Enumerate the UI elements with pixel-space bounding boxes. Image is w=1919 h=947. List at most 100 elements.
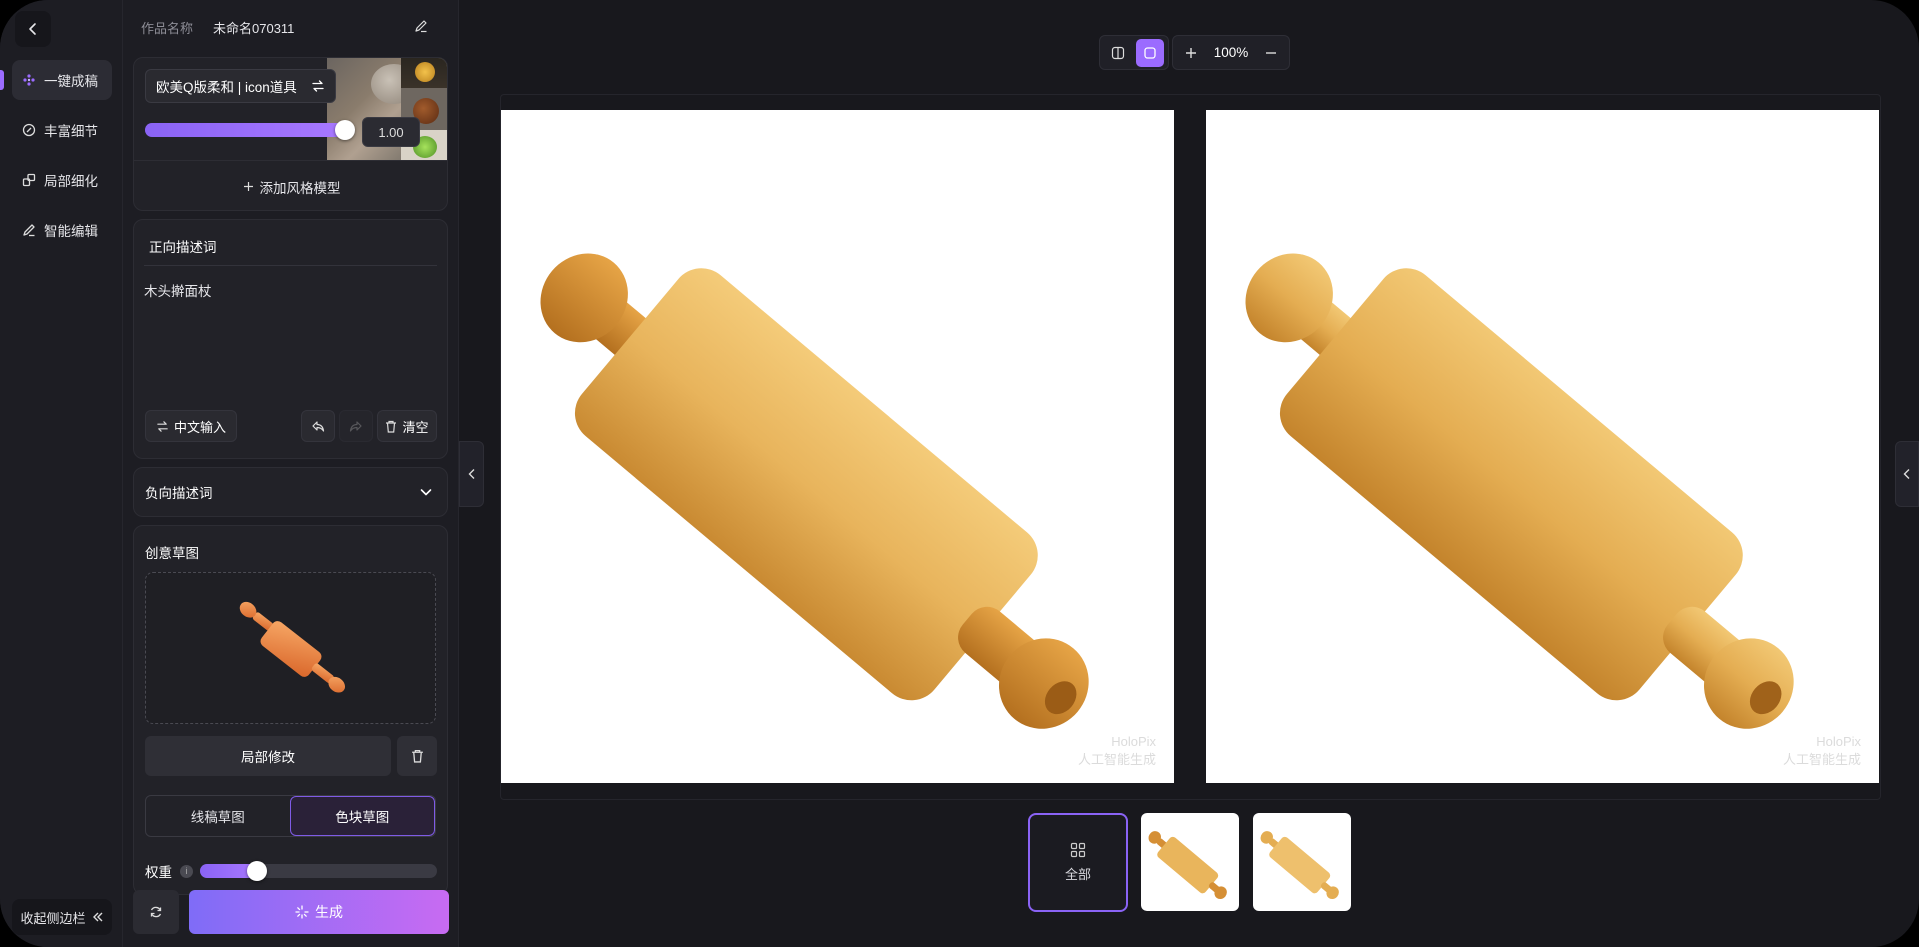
positive-prompt-card: 正向描述词 木头擀面杖 中文输入 清空 [133,219,448,459]
edit-name-button[interactable] [410,15,432,37]
collapse-panel-button[interactable] [459,441,484,507]
thumbnail-1[interactable] [1141,813,1239,911]
positive-prompt-title: 正向描述词 [149,240,217,255]
back-button[interactable] [15,11,51,47]
redo-button[interactable] [339,410,373,442]
split-view-icon [1111,46,1125,59]
rolling-pin-thumb [1148,831,1227,900]
style-strength-slider[interactable] [145,120,355,140]
weight-label: 权重 [145,865,172,880]
double-chevron-left-icon [92,912,102,922]
result-image-2[interactable]: HoloPix 人工智能生成 [1206,110,1879,783]
local-edit-button[interactable]: 局部修改 [145,736,391,776]
weight-slider[interactable] [200,861,437,881]
color-block-sketch-tab[interactable]: 色块草图 [289,796,435,836]
zoom-control: 100% [1172,35,1290,70]
style-model-card: 欧美Q版柔和 | icon道具 1.00 添加风格模型 [133,57,448,211]
detail-icon [22,123,36,137]
left-nav: 一键成稿 丰富细节 局部细化 智能编辑 收起侧边栏 [0,0,123,947]
zoom-level: 100% [1213,45,1249,60]
rolling-pin-image [1245,253,1794,729]
style-strength-input[interactable]: 1.00 [362,117,420,147]
zoom-in-button[interactable] [1177,39,1205,67]
style-model-name: 欧美Q版柔和 | icon道具 [156,80,297,95]
view-mode-group [1099,35,1169,70]
add-style-model-button[interactable]: 添加风格模型 [134,160,447,210]
trash-icon [386,420,397,433]
trash-icon [411,749,423,763]
grid-icon [1070,842,1086,858]
pen-icon [23,224,35,237]
redo-icon [349,421,362,432]
nav-item-rich-detail[interactable]: 丰富细节 [12,110,112,150]
watermark-line2: 人工智能生成 [1077,752,1156,767]
clear-prompt-label: 清空 [402,419,429,435]
sketch-card: 创意草图 局部修改 线稿草图 色块草图 权重 i [133,525,448,895]
edit-icon [415,20,427,33]
sparkle-cluster-icon [23,74,35,86]
rolling-pin-image [540,253,1089,729]
sketch-mode-toggle: 线稿草图 色块草图 [145,795,436,837]
nav-item-label: 智能编辑 [44,224,98,239]
generate-label: 生成 [315,904,343,920]
thumbnail-all[interactable]: 全部 [1028,813,1128,912]
nav-active-indicator [0,70,4,90]
watermark: HoloPix 人工智能生成 [1078,733,1156,769]
chevron-left-icon [1903,469,1910,479]
info-icon[interactable]: i [180,864,193,878]
nav-item-label: 局部细化 [44,174,98,189]
thumbnail-all-label: 全部 [1064,867,1091,882]
rolling-pin-thumb [1260,831,1339,900]
work-name-value: 未命名070311 [213,21,295,36]
negative-prompt-toggle[interactable]: 负向描述词 [133,467,448,517]
chinese-input-button[interactable]: 中文输入 [145,410,237,442]
chevron-down-icon [420,489,432,496]
magic-sparkle-icon [295,905,309,919]
undo-button[interactable] [301,410,335,442]
sketch-title: 创意草图 [145,546,199,561]
refresh-button[interactable] [133,890,179,934]
expand-right-panel-button[interactable] [1895,441,1919,507]
refresh-icon [150,906,162,918]
nav-item-label: 一键成稿 [44,74,98,89]
single-view-icon [1144,46,1156,59]
clear-prompt-button[interactable]: 清空 [377,410,437,442]
weight-handle[interactable] [246,861,267,881]
delete-sketch-button[interactable] [397,736,437,776]
nav-item-local-refine[interactable]: 局部细化 [12,160,112,200]
watermark-line2: 人工智能生成 [1782,752,1861,767]
local-refine-icon [22,173,36,187]
undo-icon [312,421,325,432]
chevron-left-icon [29,23,36,35]
thumbnail-2[interactable] [1253,813,1351,911]
swap-icon [312,80,324,92]
nav-item-smart-edit[interactable]: 智能编辑 [12,210,112,250]
collapse-sidebar-button[interactable]: 收起侧边栏 [12,899,112,935]
settings-panel: 作品名称 未命名070311 欧美Q版柔和 | icon道具 1.00 添加风格… [123,0,459,947]
chinese-input-label: 中文输入 [173,419,226,435]
nav-item-label: 丰富细节 [44,124,98,139]
weight-label-group: 权重 i [145,861,193,881]
minus-icon [1266,51,1276,54]
style-model-selector[interactable]: 欧美Q版柔和 | icon道具 [145,69,336,103]
sketch-upload-area[interactable] [145,572,436,724]
add-style-model-label: 添加风格模型 [259,180,341,196]
plus-icon [1186,47,1196,58]
nav-item-one-click[interactable]: 一键成稿 [12,60,112,100]
line-sketch-tab[interactable]: 线稿草图 [146,796,290,836]
generate-button[interactable]: 生成 [189,890,449,934]
collapse-sidebar-label: 收起侧边栏 [20,910,86,926]
zoom-out-button[interactable] [1257,39,1285,67]
style-strength-fill [145,123,345,137]
negative-prompt-label: 负向描述词 [145,486,213,501]
sketch-image [239,601,346,693]
divider [144,265,437,266]
watermark: HoloPix 人工智能生成 [1783,733,1861,769]
single-view-button[interactable] [1136,38,1164,67]
style-strength-handle[interactable] [335,120,355,140]
result-image-1[interactable]: HoloPix 人工智能生成 [501,110,1174,783]
swap-icon [157,420,168,432]
positive-prompt-input[interactable]: 木头擀面杖 [144,280,434,420]
watermark-line1: HoloPix [1111,734,1156,749]
split-view-button[interactable] [1104,39,1132,67]
